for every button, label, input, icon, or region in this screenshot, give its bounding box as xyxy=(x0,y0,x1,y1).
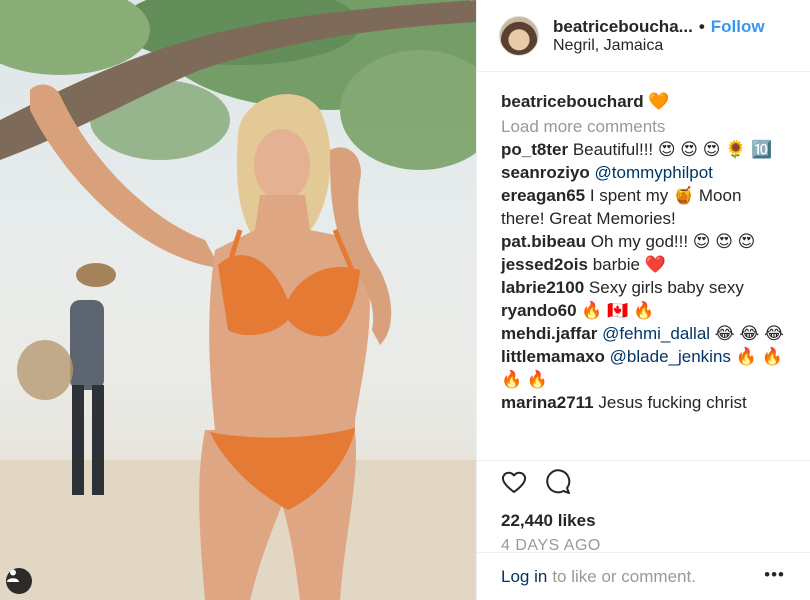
comment-item: jessed2ois barbie ❤️ xyxy=(501,253,789,276)
comment-item: pat.bibeau Oh my god!!! 😍 😍 😍 xyxy=(501,230,789,253)
comment-item: ereagan65 I spent my 🍯 Moon there! Great… xyxy=(501,184,789,230)
avatar[interactable] xyxy=(499,15,539,56)
comment-mention[interactable]: @tommyphilpot xyxy=(595,163,713,182)
username-link[interactable]: beatriceboucha... xyxy=(553,17,693,36)
comment-author[interactable]: jessed2ois xyxy=(501,255,588,274)
caption: beatricebouchard 🧡 xyxy=(501,90,789,113)
login-prompt-text: to like or comment. xyxy=(552,566,696,586)
comment-text: 😂 😂 😂 xyxy=(710,324,784,343)
header-username-row: beatriceboucha... • Follow xyxy=(553,17,765,36)
comment-author[interactable]: ereagan65 xyxy=(501,186,585,205)
login-bar: Log in to like or comment. ••• xyxy=(477,552,810,600)
instagram-post: beatriceboucha... • Follow Negril, Jamai… xyxy=(0,0,810,600)
comment-author[interactable]: pat.bibeau xyxy=(501,232,586,251)
comment-item: po_t8ter Beautiful!!! 😍 😍 😍 🌻 🔟 xyxy=(501,138,789,161)
comment-author[interactable]: ryando60 xyxy=(501,301,577,320)
comments-list: beatricebouchard 🧡 Load more comments po… xyxy=(477,72,810,460)
more-options-icon[interactable]: ••• xyxy=(764,565,785,585)
comment-text: barbie ❤️ xyxy=(592,255,666,274)
post-header: beatriceboucha... • Follow Negril, Jamai… xyxy=(477,0,810,72)
comment-mention[interactable]: @fehmi_dallal xyxy=(602,324,710,343)
comment-text: Sexy girls baby sexy xyxy=(588,278,744,297)
comment-item: ryando60 🔥 🇨🇦 🔥 xyxy=(501,299,789,322)
comment-mention[interactable]: @blade_jenkins xyxy=(610,347,731,366)
comments-container: po_t8ter Beautiful!!! 😍 😍 😍 🌻 🔟 seanroziy… xyxy=(501,138,789,414)
comment-author[interactable]: po_t8ter xyxy=(501,140,568,159)
tag-user-icon[interactable] xyxy=(6,568,32,594)
load-more-comments-button[interactable]: Load more comments xyxy=(501,115,789,138)
follow-button[interactable]: Follow xyxy=(711,17,765,36)
comment-icon[interactable] xyxy=(545,468,571,500)
comment-text: 🔥 🇨🇦 🔥 xyxy=(581,301,655,320)
comment-author[interactable]: mehdi.jaffar xyxy=(501,324,597,343)
comment-author[interactable]: seanroziyo xyxy=(501,163,590,182)
comment-item: mehdi.jaffar @fehmi_dallal 😂 😂 😂 xyxy=(501,322,789,345)
comment-item: marina2711 Jesus fucking christ xyxy=(501,391,789,414)
comment-item: littlemamaxo @blade_jenkins 🔥 🔥 🔥 🔥 xyxy=(501,345,789,391)
location-link[interactable]: Negril, Jamaica xyxy=(553,36,765,55)
post-sidebar: beatriceboucha... • Follow Negril, Jamai… xyxy=(476,0,810,600)
comment-text: Oh my god!!! 😍 😍 😍 xyxy=(590,232,756,251)
comment-text: Jesus fucking christ xyxy=(598,393,747,412)
comment-item: labrie2100 Sexy girls baby sexy xyxy=(501,276,789,299)
orange-heart-emoji: 🧡 xyxy=(648,92,670,111)
separator-dot: • xyxy=(698,16,705,36)
likes-count[interactable]: 22,440 likes xyxy=(501,511,789,531)
comment-author[interactable]: littlemamaxo xyxy=(501,347,605,366)
caption-author[interactable]: beatricebouchard xyxy=(501,92,644,111)
post-photo[interactable] xyxy=(0,0,476,600)
heart-icon[interactable] xyxy=(501,470,527,499)
comment-item: seanroziyo @tommyphilpot xyxy=(501,161,789,184)
login-link[interactable]: Log in xyxy=(501,567,547,587)
comment-text: Beautiful!!! 😍 😍 😍 🌻 🔟 xyxy=(572,140,773,159)
beach-photo-illustration xyxy=(0,0,476,600)
comment-author[interactable]: marina2711 xyxy=(501,393,594,412)
comment-author[interactable]: labrie2100 xyxy=(501,278,584,297)
